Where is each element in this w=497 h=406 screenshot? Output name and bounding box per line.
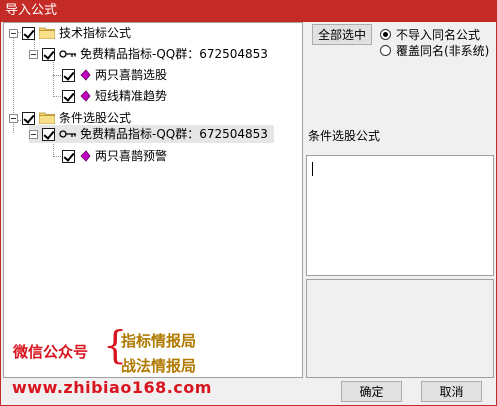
watermark-line-1: 指标情报局 [121, 332, 197, 350]
item-label: 两只喜鹊选股 [95, 68, 168, 82]
formula-tree[interactable]: 技术指标公式 免费精品指标-QQ群：672504853 两只喜鹊选股 短线精准趋… [3, 22, 303, 378]
option-label: 覆盖同名(非系统) [396, 43, 490, 58]
formula-gem-icon [80, 90, 91, 102]
formula-description-area[interactable] [306, 279, 494, 378]
radio-selected[interactable] [380, 28, 391, 40]
source-checkbox[interactable] [42, 47, 55, 61]
folder-icon [39, 27, 55, 39]
formula-text-area[interactable] [306, 155, 494, 276]
item-checkbox[interactable] [62, 68, 75, 82]
radio-unselected[interactable] [380, 44, 391, 56]
detail-type-label: 条件选股公式 [308, 129, 381, 143]
key-icon [59, 50, 76, 58]
formula-gem-icon [80, 69, 91, 81]
item-checkbox[interactable] [62, 149, 75, 163]
ok-button[interactable]: 确定 [341, 381, 402, 402]
tree-item-formula[interactable]: 两只喜鹊预警 [62, 147, 167, 165]
select-all-button[interactable]: 全部选中 [312, 24, 372, 45]
key-icon [59, 130, 76, 138]
watermark-line-2: 战法情报局 [121, 357, 197, 375]
source-label: 免费精品指标-QQ群：672504853 [80, 127, 268, 141]
watermark-wechat-label: 微信公众号 [13, 343, 89, 361]
window-title: 导入公式 [0, 0, 497, 22]
item-label: 两只喜鹊预警 [95, 149, 168, 163]
tree-source-screening[interactable]: 免费精品指标-QQ群：672504853 [29, 125, 274, 143]
source-checkbox[interactable] [42, 127, 55, 141]
group-checkbox[interactable] [22, 111, 35, 125]
option-overwrite-duplicates[interactable]: 覆盖同名(非系统) [380, 42, 489, 58]
group-checkbox[interactable] [22, 26, 35, 40]
tree-source-technical[interactable]: 免费精品指标-QQ群：672504853 [29, 45, 268, 63]
item-label: 短线精准趋势 [95, 89, 168, 103]
tree-group-technical[interactable]: 技术指标公式 [9, 24, 131, 42]
tree-item-formula[interactable]: 短线精准趋势 [62, 87, 167, 105]
option-label: 不导入同名公式 [396, 27, 481, 42]
group-label: 技术指标公式 [59, 26, 132, 40]
tree-item-formula[interactable]: 两只喜鹊选股 [62, 66, 167, 84]
collapse-icon[interactable] [29, 49, 38, 59]
item-checkbox[interactable] [62, 89, 75, 103]
watermark-site: www.zhibiao168.com [12, 378, 212, 397]
source-label: 免费精品指标-QQ群：672504853 [80, 47, 268, 61]
text-cursor [312, 162, 313, 176]
collapse-icon[interactable] [9, 113, 18, 123]
folder-icon [39, 112, 55, 124]
collapse-icon[interactable] [9, 28, 18, 38]
formula-gem-icon [80, 150, 91, 162]
cancel-button[interactable]: 取消 [421, 381, 482, 402]
collapse-icon[interactable] [29, 129, 38, 139]
option-skip-duplicates[interactable]: 不导入同名公式 [380, 26, 480, 42]
